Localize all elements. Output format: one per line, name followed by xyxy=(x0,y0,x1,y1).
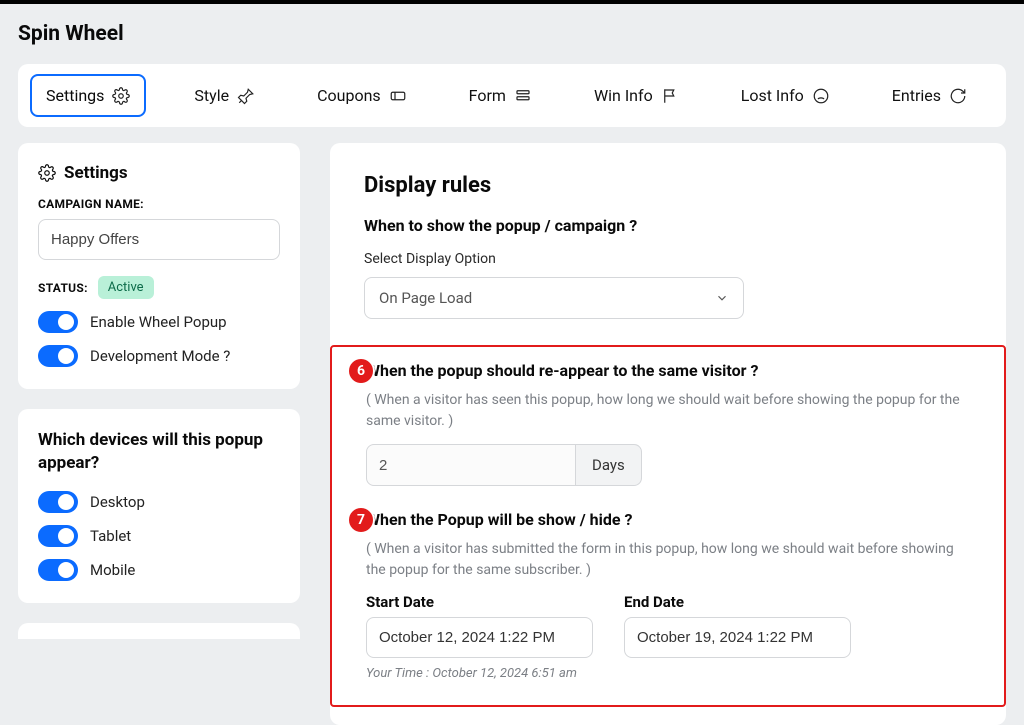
sidebar: Settings CAMPAIGN NAME: STATUS: Active E… xyxy=(18,143,300,725)
gear-icon xyxy=(38,164,56,182)
tab-entries[interactable]: Entries xyxy=(878,76,981,115)
ticket-icon xyxy=(389,87,407,105)
display-rules-title: Display rules xyxy=(364,173,972,198)
tab-label: Win Info xyxy=(594,86,653,105)
annotation-badge-6: 6 xyxy=(347,357,375,385)
toggle-desktop[interactable] xyxy=(38,491,78,513)
highlight-box: 6 When the popup should re-appear to the… xyxy=(330,345,1006,707)
toggle-dev-mode[interactable] xyxy=(38,345,78,367)
show-hide-heading: When the Popup will be show / hide ? xyxy=(366,510,970,529)
tab-form[interactable]: Form xyxy=(455,76,546,115)
flag-icon xyxy=(661,87,679,105)
tab-label: Lost Info xyxy=(741,86,804,105)
select-display-option-label: Select Display Option xyxy=(364,251,972,267)
tab-label: Settings xyxy=(46,86,104,105)
refresh-icon xyxy=(949,87,967,105)
tab-lost-info[interactable]: Lost Info xyxy=(727,76,844,115)
sidebar-truncated-card xyxy=(18,623,300,639)
main-panel: Display rules When to show the popup / c… xyxy=(330,143,1006,725)
gear-icon xyxy=(112,87,130,105)
tabs-panel: Settings Style Coupons Form Win Info Los… xyxy=(18,64,1006,127)
tab-label: Coupons xyxy=(317,86,381,105)
when-to-show-heading: When to show the popup / campaign ? xyxy=(364,216,972,235)
reappear-heading: When the popup should re-appear to the s… xyxy=(366,361,970,380)
start-date-label: Start Date xyxy=(366,593,596,611)
devices-title: Which devices will this popup appear? xyxy=(38,429,280,475)
toggle-enable-wheel[interactable] xyxy=(38,311,78,333)
tab-style[interactable]: Style xyxy=(180,76,269,115)
reappear-unit: Days xyxy=(576,444,642,486)
form-icon xyxy=(514,87,532,105)
status-label: STATUS: xyxy=(38,281,88,295)
sidebar-settings-title-text: Settings xyxy=(64,163,128,183)
pin-icon xyxy=(237,87,255,105)
chevron-down-icon xyxy=(715,291,729,305)
display-option-value: On Page Load xyxy=(379,289,472,307)
section-reappear: 6 When the popup should re-appear to the… xyxy=(366,361,970,486)
sidebar-settings-card: Settings CAMPAIGN NAME: STATUS: Active E… xyxy=(18,143,300,389)
toggle-enable-wheel-label: Enable Wheel Popup xyxy=(90,313,227,331)
tab-coupons[interactable]: Coupons xyxy=(303,76,421,115)
campaign-name-input[interactable] xyxy=(38,219,280,260)
tab-win-info[interactable]: Win Info xyxy=(580,76,693,115)
page-title: Spin Wheel xyxy=(0,4,1024,56)
reappear-desc: ( When a visitor has seen this popup, ho… xyxy=(366,390,970,432)
sad-face-icon xyxy=(812,87,830,105)
show-hide-desc: ( When a visitor has submitted the form … xyxy=(366,539,970,581)
tab-settings[interactable]: Settings xyxy=(30,74,146,117)
sidebar-devices-card: Which devices will this popup appear? De… xyxy=(18,409,300,603)
tab-label: Entries xyxy=(892,86,941,105)
toggle-desktop-label: Desktop xyxy=(90,493,145,511)
sidebar-settings-title: Settings xyxy=(38,163,280,183)
end-date-label: End Date xyxy=(624,593,854,611)
end-date-input[interactable] xyxy=(624,617,851,658)
toggle-tablet-label: Tablet xyxy=(90,527,131,545)
reappear-value-input[interactable] xyxy=(366,444,576,486)
status-badge: Active xyxy=(98,276,154,299)
toggle-tablet[interactable] xyxy=(38,525,78,547)
your-time-text: Your Time : October 12, 2024 6:51 am xyxy=(366,666,970,681)
start-date-input[interactable] xyxy=(366,617,593,658)
annotation-badge-7: 7 xyxy=(347,506,375,534)
tab-label: Style xyxy=(194,86,229,105)
toggle-dev-mode-label: Development Mode ? xyxy=(90,347,230,365)
display-option-select[interactable]: On Page Load xyxy=(364,277,744,319)
campaign-name-label: CAMPAIGN NAME: xyxy=(38,197,280,211)
tab-label: Form xyxy=(469,86,506,105)
toggle-mobile[interactable] xyxy=(38,559,78,581)
toggle-mobile-label: Mobile xyxy=(90,561,135,579)
section-show-hide: 7 When the Popup will be show / hide ? (… xyxy=(366,510,970,681)
